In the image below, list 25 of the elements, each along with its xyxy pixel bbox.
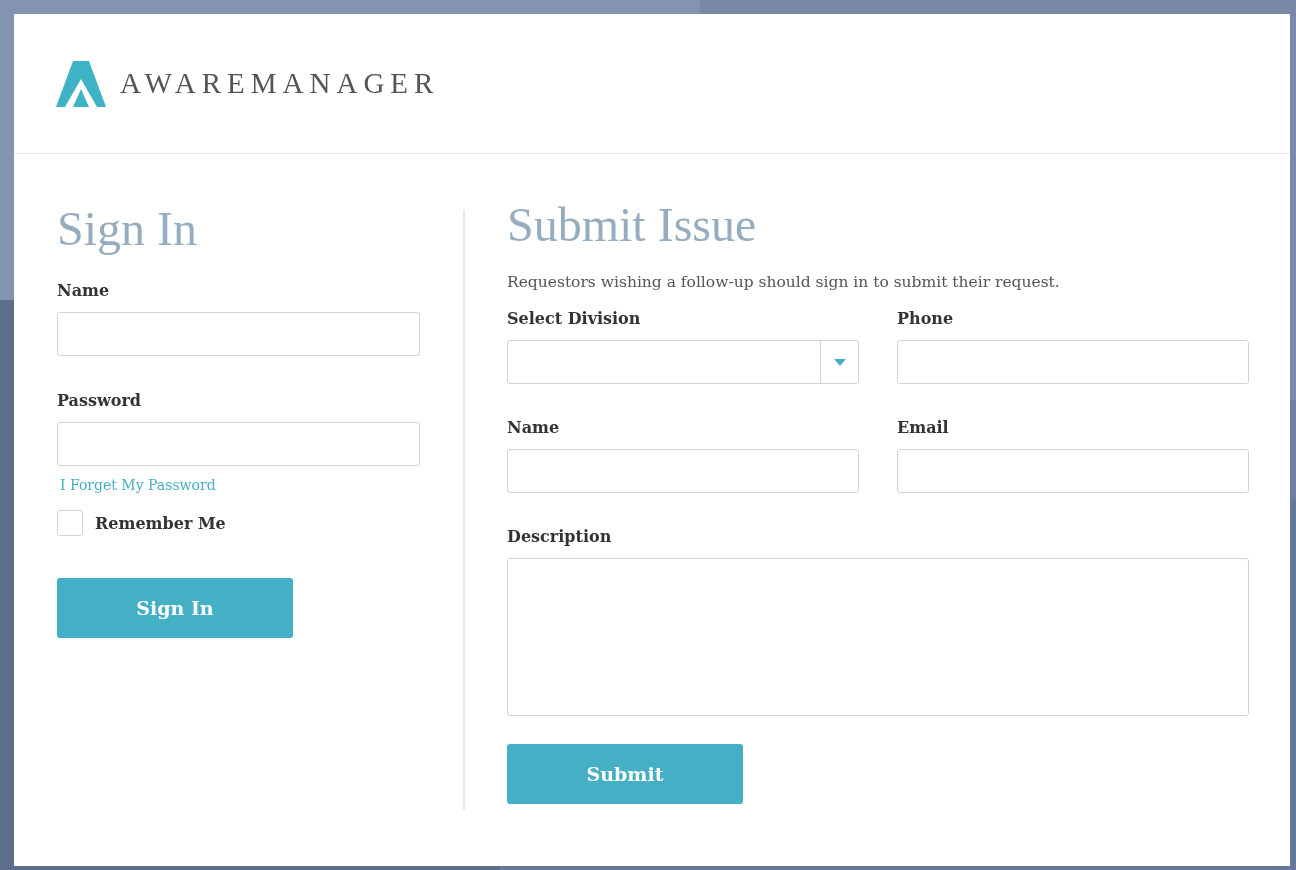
field-label: Description: [507, 527, 613, 547]
sign-in-button[interactable]: Sign In: [57, 578, 293, 638]
input-field[interactable]: [57, 312, 420, 356]
field-label: Email: [897, 418, 950, 438]
field-label: Password: [57, 391, 143, 411]
text-area[interactable]: [507, 558, 1249, 716]
logo-icon: [56, 60, 106, 107]
select-field[interactable]: [507, 340, 859, 384]
description-text: Requestors wishing a follow-up should sign in to submit their request.: [507, 273, 1061, 291]
caret-icon: [833, 358, 846, 366]
sign-in-title: Sign In: [57, 201, 198, 257]
field-label: Phone: [897, 309, 955, 329]
field-label: Name: [57, 281, 111, 301]
logo-text: AWAREMANAGER: [120, 67, 440, 100]
remember-me-label: Remember Me: [95, 513, 226, 533]
field-label: Name: [507, 418, 561, 438]
input-field[interactable]: [897, 340, 1249, 384]
submit-issue-title: Submit Issue: [507, 197, 758, 253]
field-label: Select Division: [507, 309, 642, 329]
input-field[interactable]: [57, 422, 420, 466]
input-field[interactable]: [507, 449, 859, 493]
checkbox[interactable]: [57, 510, 83, 536]
submit-button[interactable]: Submit: [507, 744, 743, 804]
input-field[interactable]: [897, 449, 1249, 493]
forgot-password-link[interactable]: I Forget My Password: [60, 477, 216, 493]
